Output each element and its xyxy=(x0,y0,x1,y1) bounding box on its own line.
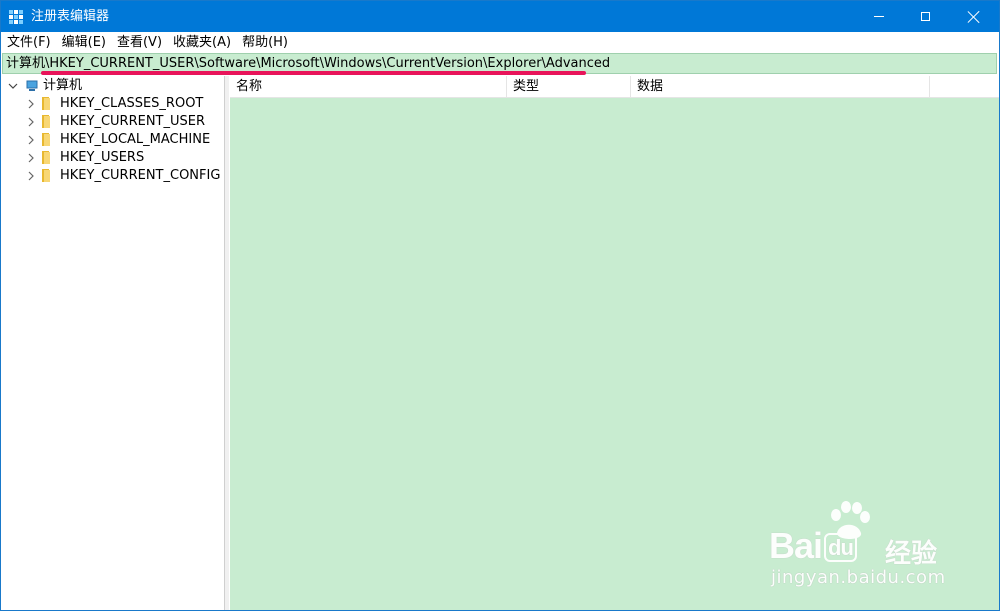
folder-icon xyxy=(40,151,52,165)
pane-splitter[interactable] xyxy=(225,76,229,610)
maximize-button[interactable] xyxy=(902,1,948,32)
menu-edit[interactable]: 编辑(E) xyxy=(56,32,111,53)
baidu-jingyan-watermark: Bai du 经验 jingyan.baidu.com xyxy=(769,501,949,601)
column-header-data[interactable]: 数据 xyxy=(631,76,930,97)
tree-item-hkey-users[interactable]: HKEY_USERS xyxy=(1,149,223,167)
tree-pane[interactable]: 计算机 HKEY_CLASSES_ROOT HKEY_CURRENT_USER … xyxy=(1,76,225,610)
column-header-type[interactable]: 类型 xyxy=(507,76,631,97)
tree-item-label: 计算机 xyxy=(43,78,83,93)
tree-item-hkey-classes-root[interactable]: HKEY_CLASSES_ROOT xyxy=(1,95,223,113)
chevron-right-icon[interactable] xyxy=(25,95,37,113)
menu-help[interactable]: 帮助(H) xyxy=(236,32,293,53)
maximize-icon xyxy=(920,12,930,21)
folder-icon xyxy=(40,115,52,129)
registry-app-icon xyxy=(9,10,23,24)
folder-icon xyxy=(40,169,52,183)
chevron-right-icon[interactable] xyxy=(25,131,37,149)
tree-item-hkey-local-machine[interactable]: HKEY_LOCAL_MACHINE xyxy=(1,131,223,149)
menu-file[interactable]: 文件(F) xyxy=(1,32,56,53)
tree-item-label: HKEY_CURRENT_CONFIG xyxy=(60,168,221,183)
tree-item-hkey-current-user[interactable]: HKEY_CURRENT_USER xyxy=(1,113,223,131)
folder-icon xyxy=(40,133,52,147)
tree-item-label: HKEY_LOCAL_MACHINE xyxy=(60,132,211,147)
list-header: 名称 类型 数据 xyxy=(230,76,999,98)
tree-item-computer[interactable]: 计算机 xyxy=(1,77,223,95)
registry-editor-window: 注册表编辑器 文件(F) 编辑(E) 查看(V) 收藏夹(A) 帮助(H) 计算… xyxy=(0,0,1000,611)
column-header-blank xyxy=(930,76,999,97)
watermark-url: jingyan.baidu.com xyxy=(771,567,946,588)
tree-item-hkey-current-config[interactable]: HKEY_CURRENT_CONFIG xyxy=(1,167,223,185)
tree-item-label: HKEY_CURRENT_USER xyxy=(60,114,206,129)
close-icon xyxy=(968,11,980,23)
watermark-brand-du: du xyxy=(824,533,857,563)
minimize-button[interactable] xyxy=(856,1,902,32)
chevron-right-icon[interactable] xyxy=(25,113,37,131)
watermark-jingyan: 经验 xyxy=(885,539,938,569)
tree-item-label: HKEY_USERS xyxy=(60,150,145,165)
close-button[interactable] xyxy=(948,1,999,32)
column-header-name[interactable]: 名称 xyxy=(230,76,507,97)
chevron-down-icon[interactable] xyxy=(7,77,19,95)
chevron-right-icon[interactable] xyxy=(25,167,37,185)
menu-view[interactable]: 查看(V) xyxy=(111,32,167,53)
folder-icon xyxy=(40,97,52,111)
window-title: 注册表编辑器 xyxy=(31,9,110,24)
menu-favorites[interactable]: 收藏夹(A) xyxy=(167,32,236,53)
computer-icon xyxy=(26,80,40,91)
chevron-right-icon[interactable] xyxy=(25,149,37,167)
menu-bar: 文件(F) 编辑(E) 查看(V) 收藏夹(A) 帮助(H) xyxy=(1,32,999,53)
title-bar[interactable]: 注册表编辑器 xyxy=(1,1,999,32)
watermark-brand: Bai du xyxy=(769,525,857,567)
highlight-underline xyxy=(41,71,586,75)
watermark-brand-bai: Bai xyxy=(769,525,823,566)
tree-item-label: HKEY_CLASSES_ROOT xyxy=(60,96,204,111)
minimize-icon xyxy=(874,16,884,17)
